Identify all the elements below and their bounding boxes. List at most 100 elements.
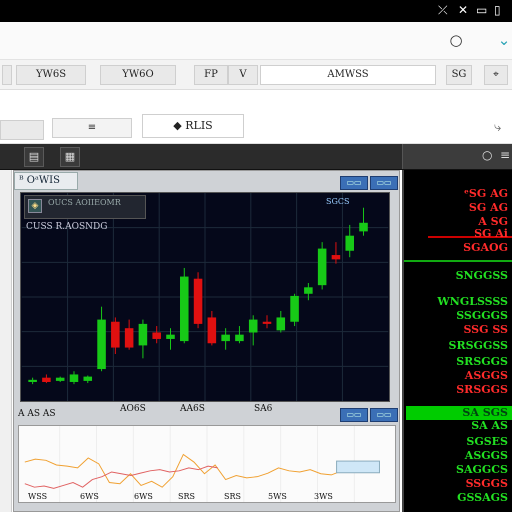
lower-tab-2[interactable]: ▭▭ <box>370 408 398 422</box>
sub-label-4: SRS <box>178 492 195 501</box>
sub-label-3: 6WS <box>134 492 153 501</box>
x-axis: AO6S AA6S SA6 <box>20 402 390 416</box>
sub-label-6: 5WS <box>268 492 287 501</box>
sub-label-2: 6WS <box>80 492 99 501</box>
candle-up[interactable] <box>166 334 175 339</box>
pen-icon[interactable]: ⤷ <box>494 120 501 135</box>
candle-up[interactable] <box>69 374 79 382</box>
mute-icon: ✕ <box>458 3 469 17</box>
search-icon[interactable]: ○ <box>446 30 466 50</box>
candle-down[interactable] <box>124 328 134 348</box>
chart-header-button-1[interactable]: ▭▭ <box>340 176 368 190</box>
candle-up[interactable] <box>55 377 65 381</box>
order-book-row[interactable]: SAGGCS <box>456 464 508 476</box>
order-book-row[interactable]: SSGGGS <box>456 310 508 322</box>
order-book-row[interactable]: SRSGGSS <box>449 340 508 352</box>
target-icon[interactable]: ⌖ <box>484 65 508 85</box>
lower-tab-1[interactable]: ▭▭ <box>340 408 368 422</box>
toolbar-button-4[interactable]: V <box>228 65 258 85</box>
x-label-2: AA6S <box>180 404 205 414</box>
order-book-row[interactable]: SG AG <box>469 202 508 214</box>
order-book-row[interactable]: WNGLSSSS <box>437 296 508 308</box>
candle-down[interactable] <box>262 321 272 324</box>
candle-down[interactable] <box>152 332 161 339</box>
order-book-row[interactable]: SRSGGS <box>456 356 508 368</box>
candle-up[interactable] <box>138 323 148 346</box>
toolbar2-field[interactable] <box>0 120 44 140</box>
toolbar-button-3[interactable]: FP <box>194 65 228 85</box>
list-dropdown[interactable]: ≡ <box>52 118 132 138</box>
toolbar-field[interactable]: AMWSS <box>260 65 436 85</box>
panel-toggle-button[interactable]: ▤ <box>24 147 44 167</box>
indicator-line <box>24 453 374 488</box>
order-book-row[interactable]: SRSGGS <box>456 384 508 396</box>
candle-up[interactable] <box>276 317 286 331</box>
candle-down[interactable] <box>111 321 120 348</box>
order-book-row[interactable]: ᵉSG AG <box>464 188 508 200</box>
toolbar: YW6S YW6O FP V AMWSS SG ⌖ <box>0 60 512 90</box>
tag-box[interactable]: ◆ RLIS <box>142 114 244 138</box>
menu-icon[interactable]: ≡ <box>500 148 510 162</box>
candle-up[interactable] <box>290 295 299 322</box>
candle-up[interactable] <box>235 334 244 342</box>
sub-label-5: SRS <box>224 492 241 501</box>
address-bar[interactable]: ○ ⌄ <box>0 22 512 60</box>
candle-up[interactable] <box>248 319 258 333</box>
lower-left-label: A AS AS <box>18 409 56 419</box>
candle-up[interactable] <box>359 222 368 232</box>
order-book-row[interactable]: ASGGS <box>465 370 508 382</box>
divider-green <box>404 260 512 262</box>
order-book-row[interactable]: SA AS <box>471 420 508 432</box>
chart-header[interactable]: ᴮ OᵃWIS <box>14 172 78 190</box>
x-label-1: AO6S <box>120 404 146 414</box>
info-line-1: OUCS AOIIEOMR <box>48 198 121 207</box>
chart-header-button-2[interactable]: ▭▭ <box>370 176 398 190</box>
order-book-row[interactable]: ASGGS <box>465 450 508 462</box>
x-label-3: SA6 <box>254 404 273 414</box>
left-rail[interactable] <box>0 170 12 512</box>
candle-up[interactable] <box>28 379 37 382</box>
order-book-row[interactable]: SG Ai <box>474 228 508 240</box>
candle-up[interactable] <box>180 276 189 342</box>
chevron-icon[interactable]: ⌄ <box>494 30 512 50</box>
indicator-box <box>336 460 380 474</box>
order-book-row[interactable]: SSGGS <box>466 478 508 490</box>
signal-icon: ⤫ <box>438 3 448 17</box>
sub-label-7: 3WS <box>314 492 333 501</box>
candle-down[interactable] <box>193 278 203 324</box>
order-book-row[interactable]: SSG SS <box>463 324 508 336</box>
layout-button[interactable]: ▦ <box>60 147 80 167</box>
candle-up[interactable] <box>317 248 327 286</box>
candle-up[interactable] <box>221 334 230 342</box>
order-book-panel[interactable]: ᵉSG AG SG AG A SG SG Ai SGAOG SNGGSS WNGLSSSS S… <box>402 170 512 512</box>
candle-up[interactable] <box>83 376 93 381</box>
order-book-row[interactable]: SGAOG <box>463 242 508 254</box>
indicator-line-2 <box>24 465 218 489</box>
battery-icon: ▯ <box>494 3 501 17</box>
toolbar-button-6[interactable]: SG <box>446 65 472 85</box>
candle-down[interactable] <box>42 377 51 382</box>
candle-up[interactable] <box>97 319 106 370</box>
secondary-toolbar: ≡ ◆ RLIS ⤷ <box>0 90 512 144</box>
order-book-row[interactable]: GSSAGS <box>457 492 508 504</box>
order-book-row[interactable]: SGSES <box>466 436 508 448</box>
info-line-2: CUSS R.AOSNDG <box>26 222 108 232</box>
status-bar: ⤫ ✕ ▭ ▯ <box>0 0 512 22</box>
candle-up[interactable] <box>345 235 355 251</box>
indicator-chart[interactable] <box>18 425 396 503</box>
order-book-row[interactable]: SNGGSS <box>456 270 508 282</box>
screen-icon: ▭ <box>476 3 488 17</box>
candle-down[interactable] <box>331 255 341 260</box>
chart-top-right-label: SGCS <box>326 197 350 206</box>
candle-up[interactable] <box>304 287 313 294</box>
search-icon[interactable]: ○ <box>482 148 492 162</box>
app-bar: ▤ ▦ ○ ≡ <box>0 144 512 170</box>
sub-label-1: WSS <box>28 492 48 501</box>
tag-label: RLIS <box>185 119 213 132</box>
toolbar-button-2[interactable]: YW6O <box>100 65 176 85</box>
app-bar-right <box>402 144 512 169</box>
toolbar-edge <box>2 65 12 85</box>
candle-down[interactable] <box>207 317 217 344</box>
order-book-row[interactable]: SA SGS <box>462 407 508 419</box>
toolbar-button-1[interactable]: YW6S <box>16 65 86 85</box>
